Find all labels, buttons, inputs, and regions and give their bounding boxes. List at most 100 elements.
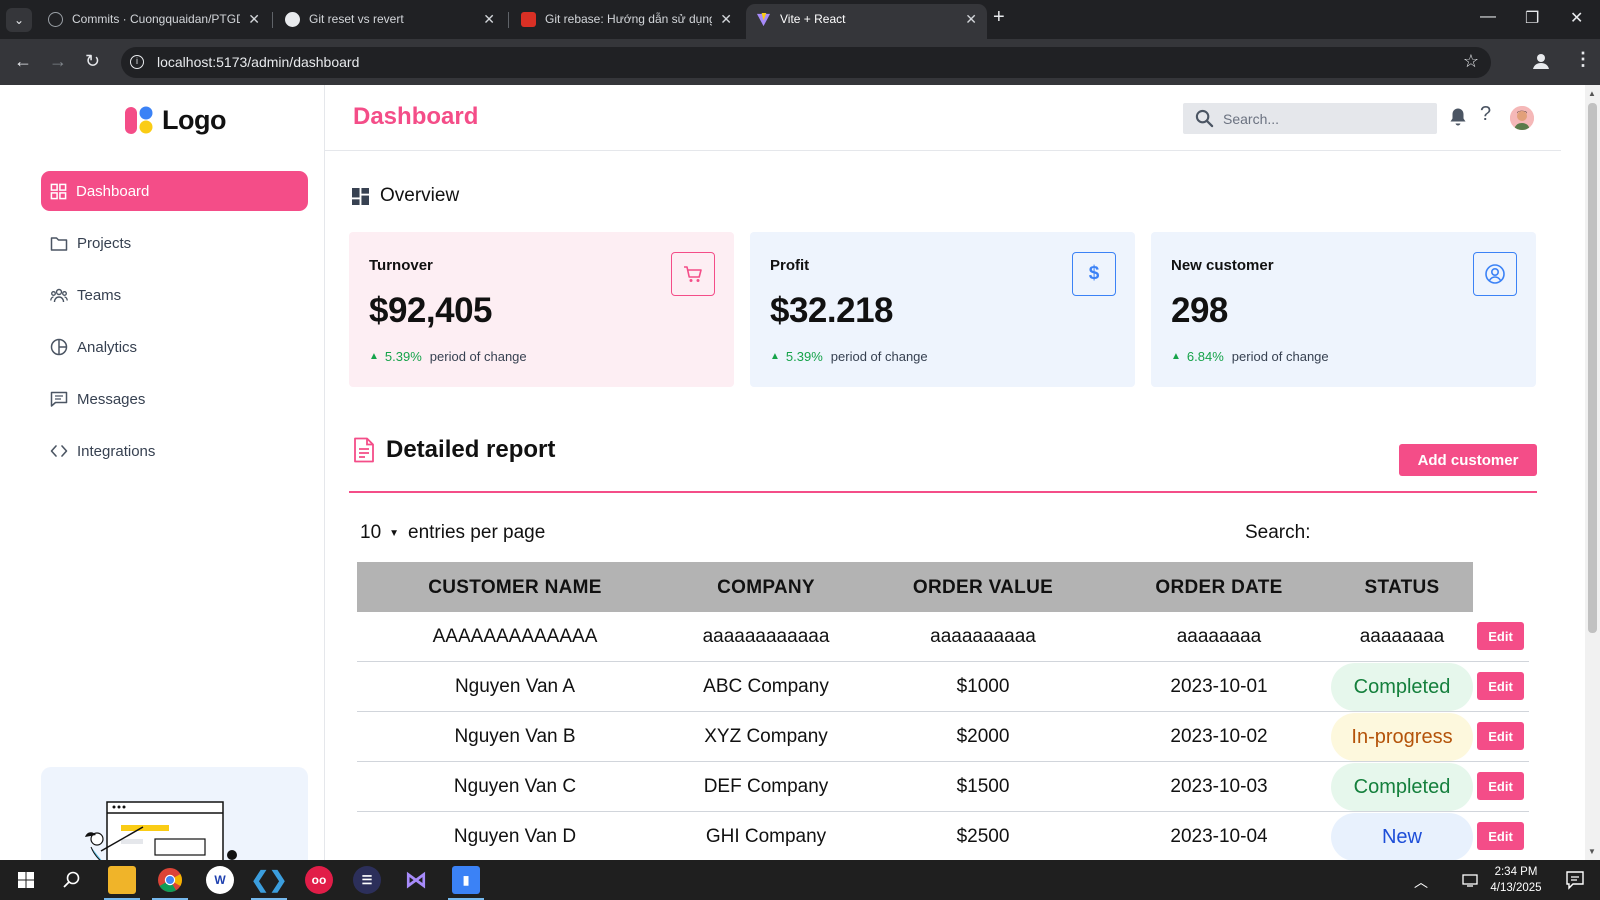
user-circle-icon — [1473, 252, 1517, 296]
system-clock[interactable]: 2:34 PM 4/13/2025 — [1476, 864, 1556, 896]
pie-chart-icon — [50, 338, 68, 356]
scroll-down-icon[interactable]: ▼ — [1588, 847, 1596, 856]
site-icon — [285, 12, 300, 27]
table-cell-company: DEF Company — [703, 776, 829, 797]
windows-start-icon[interactable] — [12, 866, 40, 894]
edit-button[interactable]: Edit — [1477, 622, 1524, 650]
table-row: Nguyen Van C DEF Company $1500 2023-10-03 Co… — [357, 762, 1529, 812]
close-window-button[interactable]: ✕ — [1570, 8, 1583, 28]
sidebar: Logo Dashboard Projects Teams Analytics … — [0, 85, 325, 860]
browser-tab-vite-react[interactable]: Vite + React ✕ — [746, 4, 987, 39]
table-cell-name: Nguyen Van D — [453, 826, 577, 847]
notification-icon[interactable] — [1565, 870, 1585, 890]
chrome-icon[interactable] — [156, 866, 184, 894]
logo[interactable]: Logo — [124, 103, 226, 137]
scrollbar-thumb[interactable] — [1588, 103, 1597, 633]
visual-studio-icon[interactable]: ⋈ — [402, 866, 430, 894]
table-row: Nguyen Van B XYZ Company $2000 2023-10-02 In… — [357, 712, 1529, 762]
column-header[interactable]: CUSTOMER NAME — [357, 577, 673, 599]
column-header[interactable]: STATUS — [1331, 577, 1473, 599]
forward-button[interactable]: → — [49, 51, 67, 72]
sidebar-item-dashboard[interactable]: Dashboard — [41, 171, 308, 211]
table-row: Nguyen Van A ABC Company $1000 2023-10-01 Co… — [357, 662, 1529, 712]
table-cell-value: $1000 — [956, 676, 1010, 697]
dashboard-icon — [352, 187, 369, 205]
browser-tab-git-rebase[interactable]: Git rebase: Hướng dẫn sử dụng ✕ — [511, 4, 742, 39]
help-icon[interactable]: ? — [1480, 103, 1491, 126]
table-cell-name: Nguyen Van B — [454, 726, 576, 747]
browser-menu-button[interactable]: ⋮ — [1574, 49, 1592, 70]
column-header[interactable]: ORDER VALUE — [859, 577, 1107, 599]
report-heading: Detailed report — [352, 436, 555, 464]
close-icon[interactable]: ✕ — [965, 4, 977, 34]
edit-button[interactable]: Edit — [1477, 822, 1524, 850]
close-icon[interactable]: ✕ — [720, 4, 732, 34]
users-icon — [50, 288, 68, 302]
stat-value: $32.218 — [770, 291, 894, 330]
close-icon[interactable]: ✕ — [483, 4, 495, 34]
table-cell-name: AAAAAAAAAAAAA — [432, 626, 598, 647]
add-customer-button[interactable]: Add customer — [1399, 444, 1537, 476]
new-tab-button[interactable]: + — [993, 6, 1005, 29]
bell-icon[interactable] — [1449, 107, 1467, 127]
app-icon[interactable]: oo — [305, 866, 333, 894]
edit-button[interactable]: Edit — [1477, 722, 1524, 750]
edit-button[interactable]: Edit — [1477, 772, 1524, 800]
browser-tab-git-reset[interactable]: Git reset vs revert ✕ — [275, 4, 505, 39]
browser-tab-commits[interactable]: Commits · Cuongquaidan/PTGD ✕ — [38, 4, 270, 39]
site-info-icon[interactable]: i — [130, 55, 144, 69]
page-title: Dashboard — [353, 103, 479, 130]
sidebar-item-analytics[interactable]: Analytics — [41, 327, 308, 367]
document-icon — [354, 437, 374, 463]
tab-separator — [272, 12, 273, 28]
cart-icon — [671, 252, 715, 296]
trend-up-icon: ▲ — [369, 351, 379, 362]
browser-tab-bar: ⌄ Commits · Cuongquaidan/PTGD ✕ Git rese… — [0, 0, 1600, 39]
app-icon[interactable]: ▮ — [452, 866, 480, 894]
entries-select[interactable]: 10 ▼ — [360, 522, 408, 544]
entries-per-page: 10 ▼ entries per page — [360, 522, 546, 544]
edit-button[interactable]: Edit — [1477, 672, 1524, 700]
search-input[interactable] — [1183, 103, 1437, 134]
app-icon[interactable]: W — [206, 866, 234, 894]
promo-card — [41, 767, 308, 860]
close-icon[interactable]: ✕ — [248, 4, 260, 34]
reload-button[interactable]: ↻ — [85, 51, 100, 72]
sidebar-item-integrations[interactable]: Integrations — [41, 431, 308, 471]
trend-up-icon: ▲ — [1171, 351, 1181, 362]
stat-value: $92,405 — [369, 291, 493, 330]
trend-up-icon: ▲ — [770, 351, 780, 362]
table-cell-company: aaaaaaaaaaaa — [702, 626, 830, 647]
restore-button[interactable]: ❐ — [1525, 8, 1539, 28]
bookmark-star-icon[interactable]: ☆ — [1463, 51, 1479, 72]
table-cell-name: Nguyen Van A — [454, 676, 576, 697]
back-button[interactable]: ← — [14, 51, 32, 72]
scroll-up-icon[interactable]: ▲ — [1588, 89, 1596, 98]
table-cell-value: $2500 — [956, 826, 1010, 847]
avatar[interactable] — [1510, 106, 1534, 130]
table-cell-company: XYZ Company — [704, 726, 828, 747]
sidebar-item-teams[interactable]: Teams — [41, 275, 308, 315]
top-bar: Dashboard ? — [325, 85, 1561, 151]
table-cell-date: 2023-10-01 — [1170, 676, 1268, 697]
table-cell-value: $1500 — [956, 776, 1010, 797]
column-header[interactable]: COMPANY — [673, 577, 859, 599]
file-explorer-icon[interactable] — [108, 866, 136, 894]
status-badge: aaaaaaaa — [1359, 626, 1445, 647]
sidebar-item-projects[interactable]: Projects — [41, 223, 308, 263]
page-scrollbar[interactable]: ▲ ▼ — [1585, 85, 1600, 860]
status-badge: Completed — [1331, 763, 1473, 811]
search-icon — [1195, 109, 1214, 128]
minimize-button[interactable]: — — [1480, 8, 1496, 26]
search-icon[interactable] — [58, 866, 86, 894]
profile-icon[interactable] — [1531, 51, 1551, 71]
table-cell-date: 2023-10-04 — [1170, 826, 1268, 847]
table-cell-date: aaaaaaaa — [1176, 626, 1262, 647]
column-header[interactable]: ORDER DATE — [1107, 577, 1331, 599]
vscode-icon[interactable]: ❮❯ — [251, 866, 288, 894]
chevron-up-icon[interactable]: ︿ — [1414, 872, 1428, 892]
address-bar[interactable]: i localhost:5173/admin/dashboard ☆ — [121, 47, 1491, 78]
sidebar-item-messages[interactable]: Messages — [41, 379, 308, 419]
eclipse-icon[interactable]: ☰ — [353, 866, 381, 894]
tab-search-button[interactable]: ⌄ — [6, 8, 32, 32]
